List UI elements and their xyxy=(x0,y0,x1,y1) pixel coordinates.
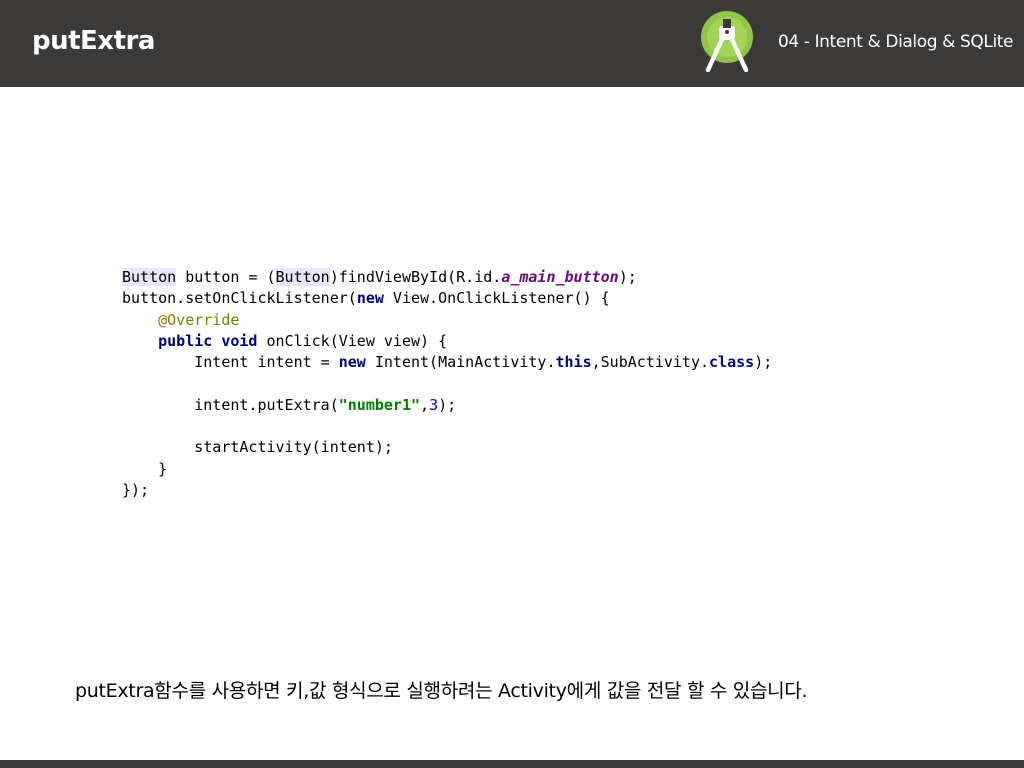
code-token: new xyxy=(356,289,384,308)
code-token: } xyxy=(122,459,168,478)
caption-text: putExtra함수를 사용하면 키,값 형식으로 실행하려는 Activity… xyxy=(75,680,808,702)
code-token: )findViewById(R.id. xyxy=(329,268,502,286)
code-token: Intent intent = xyxy=(122,353,339,372)
code-token: intent.putExtra( xyxy=(122,395,339,414)
code-token: this xyxy=(555,353,592,372)
code-token: ,SubActivity. xyxy=(591,353,710,372)
code-token: onClick(View view) { xyxy=(257,331,448,350)
code-token: ); xyxy=(618,268,637,286)
header-bar: putExtra 04 - Intent & Dialog & SQLite xyxy=(0,0,1024,87)
code-line: } xyxy=(122,460,167,478)
code-line: button.setOnClickListener(new View.OnCli… xyxy=(122,289,610,307)
course-section-label: 04 - Intent & Dialog & SQLite xyxy=(778,32,1014,52)
code-token: @Override xyxy=(158,310,240,329)
code-token: new xyxy=(338,353,366,372)
code-token: button = ( xyxy=(176,268,276,286)
code-token: a_main_button xyxy=(501,268,619,286)
code-token: "number1" xyxy=(338,395,421,414)
code-line: intent.putExtra("number1",3); xyxy=(122,396,456,414)
code-token: Button xyxy=(122,268,177,286)
code-token: startActivity(intent); xyxy=(122,438,393,457)
code-token: ); xyxy=(754,353,773,372)
code-line: Intent intent = new Intent(MainActivity.… xyxy=(122,353,772,371)
code-token: }); xyxy=(122,480,150,499)
code-line: }); xyxy=(122,481,149,499)
code-line: public void onClick(View view) { xyxy=(122,332,447,350)
code-token: Intent(MainActivity. xyxy=(365,353,556,372)
code-line: Button button = (Button)findViewById(R.i… xyxy=(122,268,637,286)
code-token: public xyxy=(158,331,213,350)
code-token: button.setOnClickListener( xyxy=(122,289,357,308)
slide-title: putExtra xyxy=(32,26,155,56)
code-token: 3 xyxy=(429,395,439,414)
code-token: Button xyxy=(275,268,330,286)
code-token: ); xyxy=(438,395,457,414)
footer-bar xyxy=(0,760,1024,768)
code-snippet: Button button = (Button)findViewById(R.i… xyxy=(122,267,772,501)
android-studio-icon xyxy=(701,11,753,72)
code-line: @Override xyxy=(122,311,239,329)
code-line: startActivity(intent); xyxy=(122,438,393,456)
code-token: View.OnClickListener() { xyxy=(383,289,610,308)
code-token: void xyxy=(221,331,258,350)
code-token: , xyxy=(420,395,430,414)
code-token: class xyxy=(709,353,755,372)
